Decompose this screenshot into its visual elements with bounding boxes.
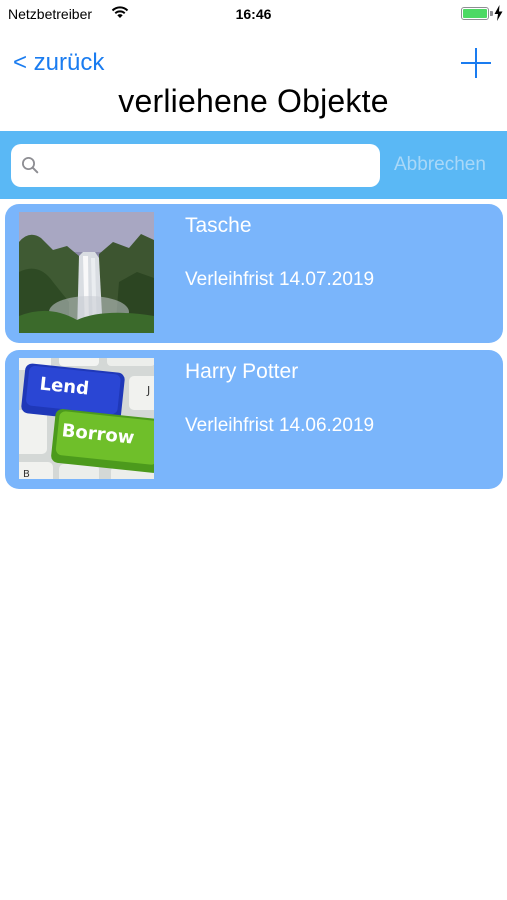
search-input[interactable] [45, 144, 370, 187]
add-icon[interactable] [459, 46, 493, 80]
lend-borrow-keyboard-photo: J B Lend Borrow [19, 358, 154, 479]
waterfall-photo [19, 212, 154, 333]
svg-text:J: J [146, 384, 150, 397]
status-time: 16:46 [235, 6, 272, 22]
battery-cap [490, 11, 493, 16]
search-field[interactable] [11, 144, 380, 187]
search-icon [22, 157, 39, 174]
back-button[interactable]: < zurück [13, 49, 104, 77]
item-name: Harry Potter [185, 360, 299, 383]
charging-bolt-icon [494, 5, 503, 21]
cancel-button[interactable]: Abbrechen [394, 154, 486, 176]
screen: Netzbetreiber 16:46 < zurück verliehene … [0, 0, 507, 900]
search-bar: Abbrechen [0, 131, 507, 199]
item-due-date: Verleihfrist 14.07.2019 [185, 269, 375, 290]
battery-level [463, 9, 487, 18]
battery-icon [461, 7, 489, 20]
page-title: verliehene Objekte [118, 83, 389, 119]
item-name: Tasche [185, 214, 252, 237]
list-item[interactable]: J B Lend Borrow Harry Potter Verleihfris… [5, 350, 503, 489]
svg-text:B: B [23, 469, 30, 479]
list-item[interactable]: Tasche Verleihfrist 14.07.2019 [5, 204, 503, 343]
status-bar: Netzbetreiber 16:46 [0, 0, 507, 28]
item-due-date: Verleihfrist 14.06.2019 [185, 415, 375, 436]
